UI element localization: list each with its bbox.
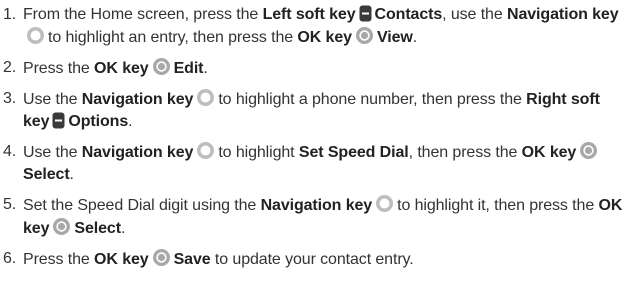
step-number: 4. xyxy=(3,143,17,160)
nav-key-icon xyxy=(196,141,215,160)
step-text: From the Home screen, press the Left sof… xyxy=(23,4,631,49)
key-label: Navigation key xyxy=(507,6,619,23)
key-label: OK key xyxy=(297,29,352,46)
instruction-text: , then press the xyxy=(408,144,522,161)
key-label: OK key xyxy=(94,60,149,77)
instruction-text: From the Home screen, press the xyxy=(23,6,263,23)
instruction-text: Use the xyxy=(23,91,82,108)
instruction-text: . xyxy=(128,113,133,130)
list-item: 5. Set the Speed Dial digit using the Nav… xyxy=(0,194,631,240)
instruction-text: Set the Speed Dial digit using the xyxy=(23,197,261,214)
step-text: Press the OK key Edit. xyxy=(23,57,631,80)
list-item: 4. Use the Navigation key to highlight Set… xyxy=(0,141,631,186)
instruction-text: to highlight an entry, then press the xyxy=(48,29,298,46)
step-text: Press the OK key Save to update your cont… xyxy=(23,248,631,271)
list-item: 6. Press the OK key Save to update your co… xyxy=(0,248,631,271)
instruction-text: to update your contact entry. xyxy=(210,251,414,268)
instruction-text: Press the xyxy=(23,251,95,268)
list-item: 2. Press the OK key Edit. xyxy=(0,57,631,80)
ok-key-icon xyxy=(52,217,71,236)
instruction-text: to highlight it, then press the xyxy=(397,197,599,214)
key-label: Contacts xyxy=(374,6,443,23)
key-label: Left soft key xyxy=(262,6,356,23)
list-item: 3. Use the Navigation key to highlight a p… xyxy=(0,88,631,133)
key-label: OK key xyxy=(94,251,149,268)
instruction-text: , use the xyxy=(442,6,507,23)
key-label: Save xyxy=(173,251,211,268)
step-number: 6. xyxy=(3,250,17,267)
nav-key-icon xyxy=(196,88,215,107)
instruction-text: Press the xyxy=(23,60,95,77)
key-label: Select xyxy=(74,220,121,237)
key-label: OK key xyxy=(521,144,577,161)
soft-key-icon xyxy=(52,112,65,129)
instruction-text: . xyxy=(69,166,74,183)
instruction-text: to highlight a phone number, then press … xyxy=(218,91,527,108)
step-text: Use the Navigation key to highlight Set S… xyxy=(23,141,631,186)
ok-key-icon xyxy=(579,141,598,160)
key-label: Edit xyxy=(173,60,204,77)
ok-key-icon xyxy=(355,26,374,45)
instruction-text: Use the xyxy=(23,144,82,161)
step-text: Set the Speed Dial digit using the Navig… xyxy=(23,194,631,240)
key-label: Navigation key xyxy=(81,91,194,108)
nav-key-icon xyxy=(375,194,394,213)
ok-key-icon xyxy=(152,248,171,267)
instruction-text: . xyxy=(203,60,208,77)
step-number: 1. xyxy=(3,6,17,23)
key-label: View xyxy=(376,29,413,46)
list-item: 1. From the Home screen, press the Left s… xyxy=(0,4,631,49)
key-label: Navigation key xyxy=(260,197,373,214)
nav-key-icon xyxy=(26,26,45,45)
key-label: Navigation key xyxy=(81,144,194,161)
step-number: 5. xyxy=(3,196,17,213)
instruction-text: . xyxy=(412,29,418,46)
key-label: Select xyxy=(23,166,70,183)
step-number: 2. xyxy=(3,59,17,76)
instruction-text: to highlight xyxy=(218,144,299,161)
ok-key-icon xyxy=(152,57,171,76)
instruction-text: . xyxy=(120,220,126,237)
instruction-list: 1. From the Home screen, press the Left s… xyxy=(0,4,631,279)
step-number: 3. xyxy=(3,90,17,107)
soft-key-icon xyxy=(359,5,372,22)
step-text: Use the Navigation key to highlight a pho… xyxy=(23,88,631,133)
key-label: Set Speed Dial xyxy=(298,144,409,161)
key-label: Options xyxy=(68,113,129,130)
